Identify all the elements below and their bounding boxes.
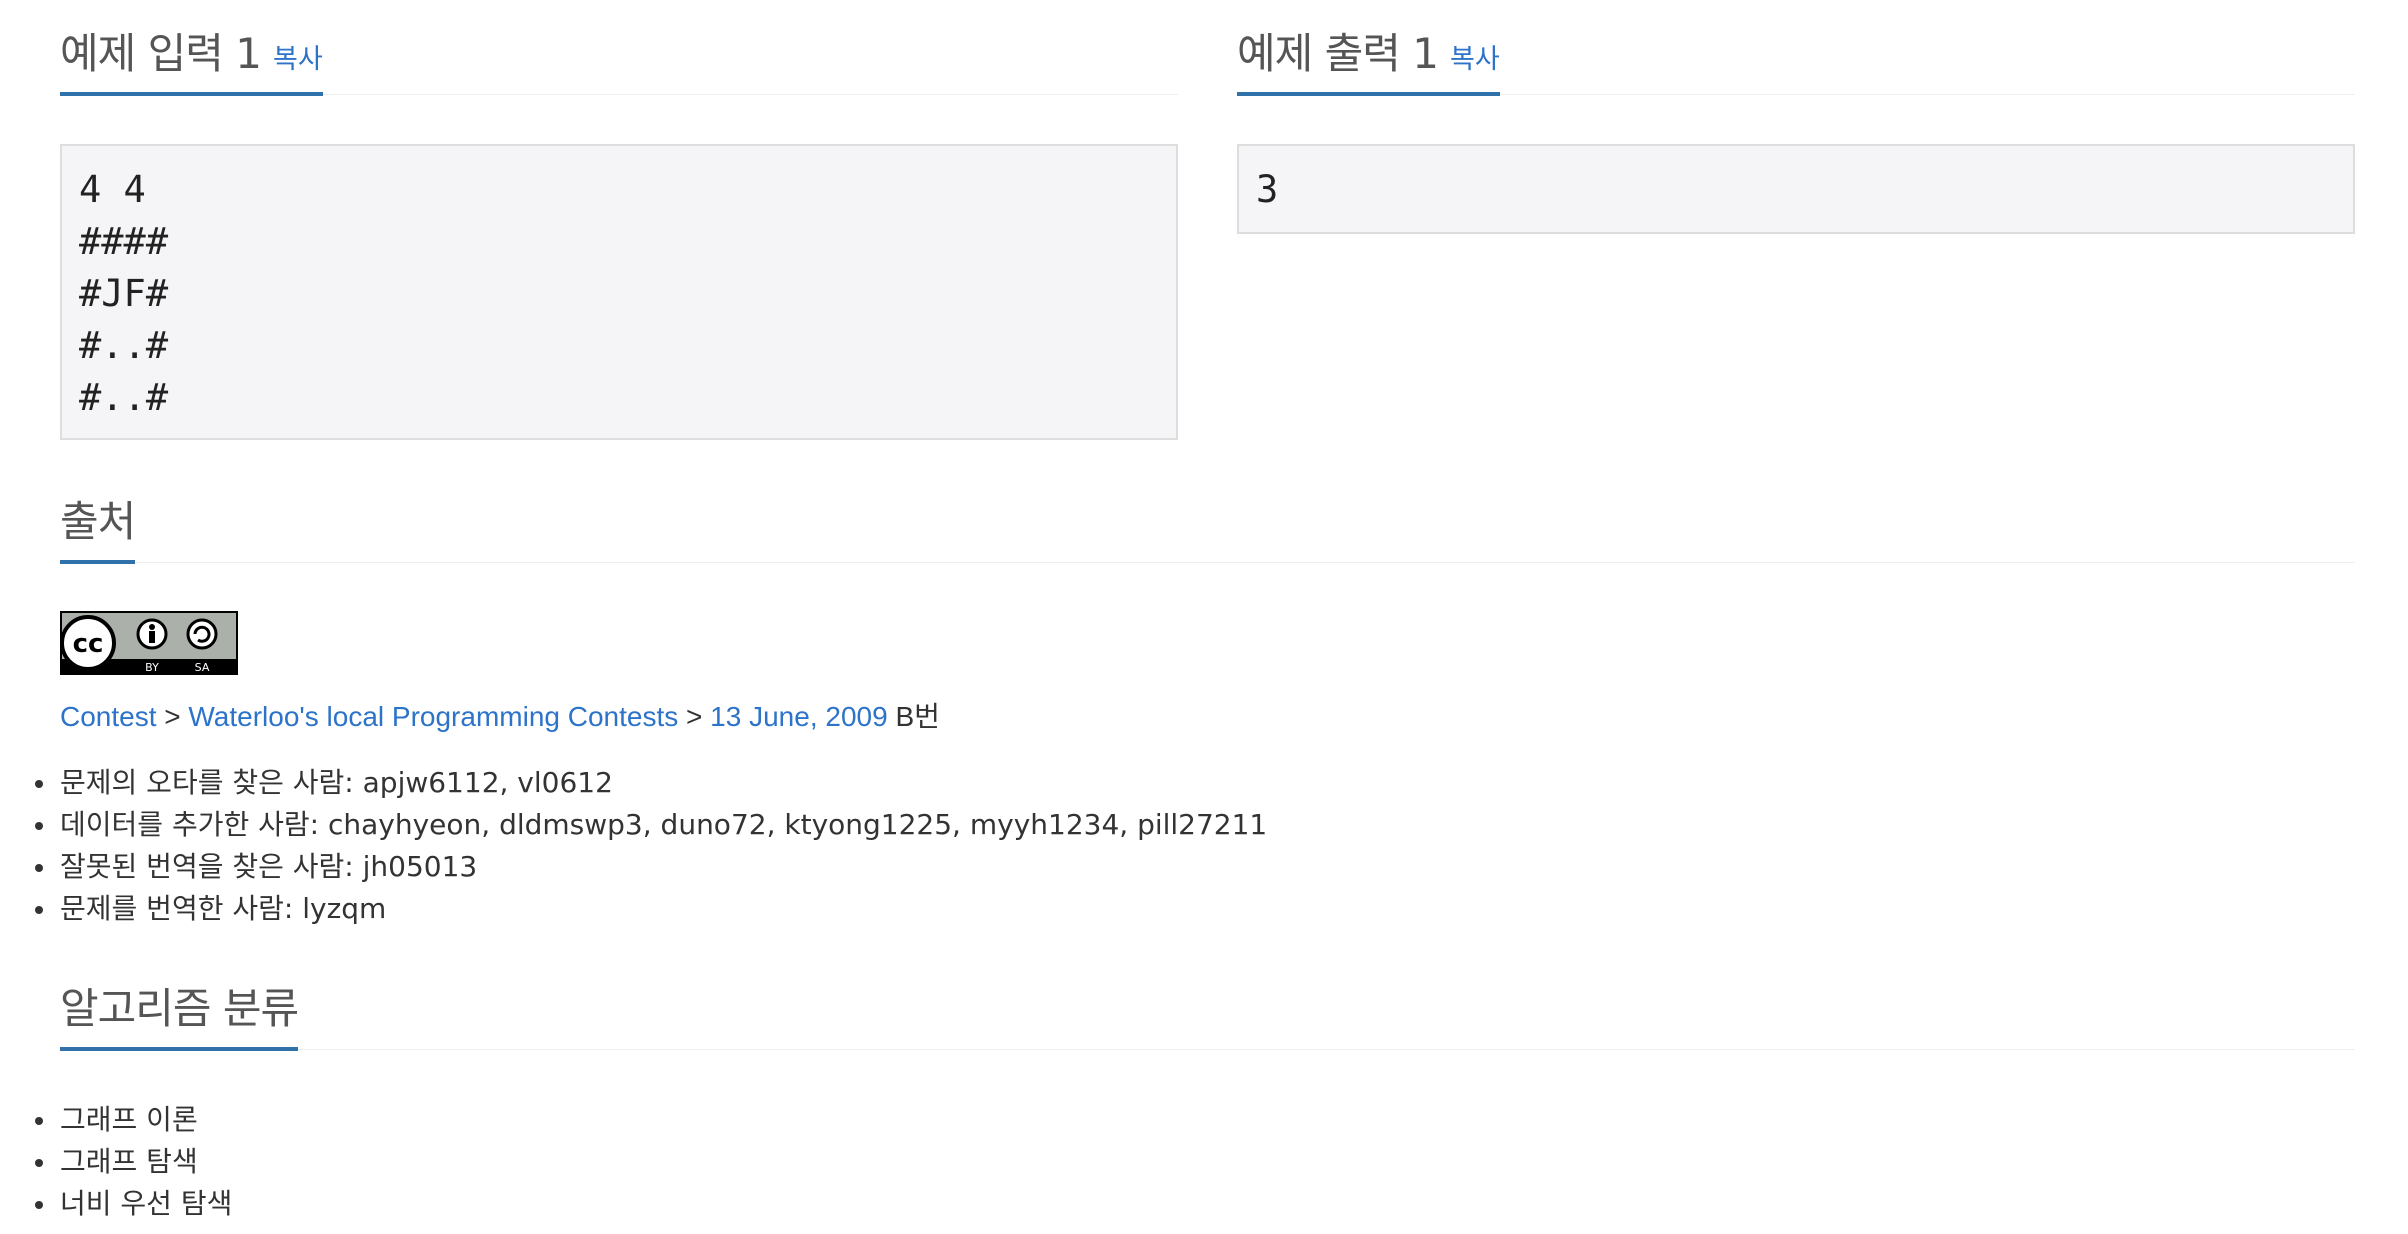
algorithm-tag[interactable]: 그래프 이론 [34,1099,232,1141]
sample-input-box[interactable]: 4 4 #### #JF# #..# #..# [60,144,1178,440]
source-breadcrumb: Contest > Waterloo's local Programming C… [60,695,940,735]
list-item: 문제의 오타를 찾은 사람: apjw6112, vl0612 [34,762,1267,804]
sample-input-section: 예제 입력 1 복사 [60,0,1178,96]
cc-by-sa-icon[interactable]: cc BY SA [60,611,238,675]
copy-sample-output-button[interactable]: 복사 [1450,44,1500,75]
algorithm-tag-list: 그래프 이론 그래프 탐색 너비 우선 탐색 [34,1099,232,1225]
contest-link[interactable]: Contest [60,701,157,732]
source-title: 출처 [60,497,136,546]
problem-letter: B번 [887,701,940,732]
sample-output-section: 예제 출력 1 복사 [1237,0,2355,96]
algorithm-title: 알고리즘 분류 [60,984,299,1033]
cc-by-label: BY [145,661,159,674]
copy-sample-input-button[interactable]: 복사 [273,44,323,75]
contest-date-link[interactable]: 13 June, 2009 [710,701,888,732]
source-section: 출처 [60,468,2355,564]
contest-series-link[interactable]: Waterloo's local Programming Contests [188,701,678,732]
source-headline: 출처 [60,468,2355,564]
credits-list: 문제의 오타를 찾은 사람: apjw6112, vl0612 데이터를 추가한… [34,762,1267,930]
algorithm-headline: 알고리즘 분류 [60,955,2355,1051]
sample-input-title: 예제 입력 1 [60,29,262,78]
sample-output-headline: 예제 출력 1 복사 [1237,0,2355,96]
algorithm-section: 알고리즘 분류 [60,955,2355,1051]
list-item: 문제를 번역한 사람: lyzqm [34,888,1267,930]
cc-sa-label: SA [195,661,210,674]
algorithm-tag[interactable]: 너비 우선 탐색 [34,1183,232,1225]
sample-output-box[interactable]: 3 [1237,144,2355,234]
svg-text:cc: cc [73,629,104,659]
list-item: 데이터를 추가한 사람: chayhyeon, dldmswp3, duno72… [34,804,1267,846]
sample-output-title: 예제 출력 1 [1237,29,1439,78]
algorithm-tag[interactable]: 그래프 탐색 [34,1141,232,1183]
list-item: 잘못된 번역을 찾은 사람: jh05013 [34,846,1267,888]
breadcrumb-separator: > [678,701,711,732]
sample-input-headline: 예제 입력 1 복사 [60,0,1178,96]
breadcrumb-separator: > [156,701,189,732]
